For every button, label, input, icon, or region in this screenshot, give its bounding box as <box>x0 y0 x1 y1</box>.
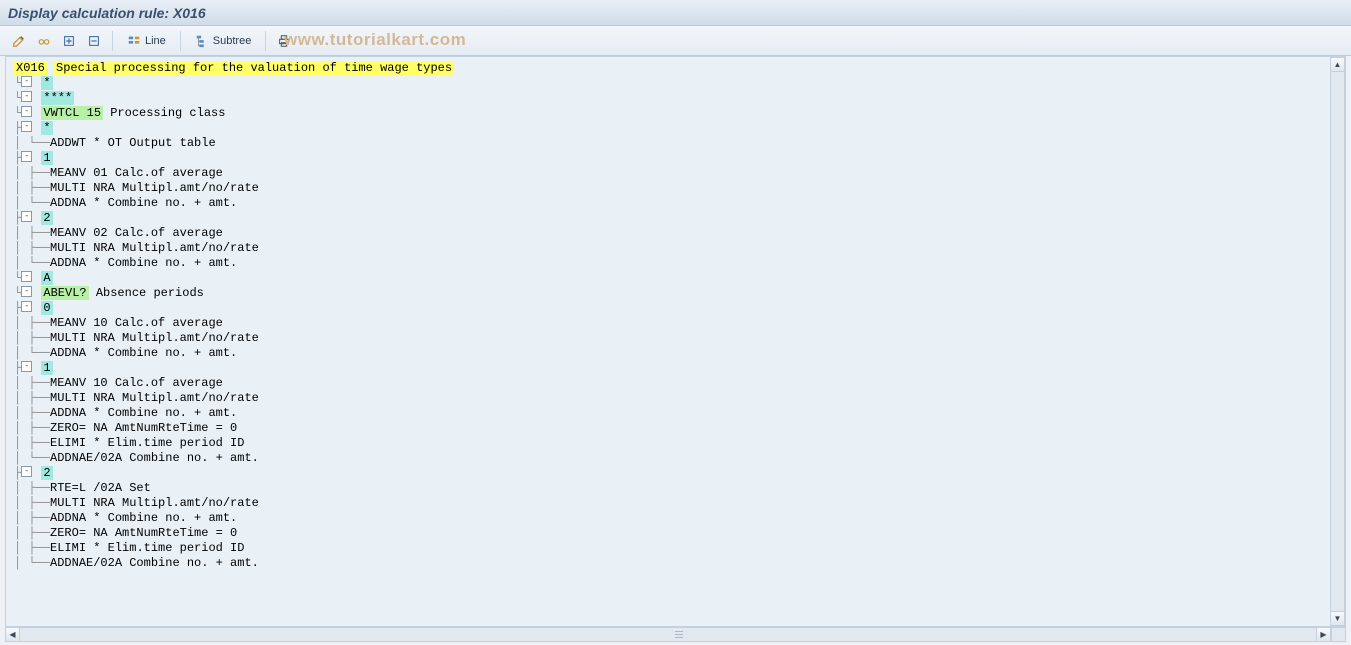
subtree-button[interactable]: Subtree <box>188 30 259 52</box>
collapse-toggle-icon[interactable]: - <box>21 76 32 87</box>
tree-row: └- * <box>14 76 1337 91</box>
collapse-toggle-icon[interactable]: - <box>21 211 32 222</box>
separator <box>180 31 181 51</box>
collapse-toggle-icon[interactable]: - <box>21 91 32 102</box>
separator <box>265 31 266 51</box>
tree-row: └- A <box>14 271 1337 286</box>
line-label: Line <box>145 35 166 47</box>
tree-row: │ └──ADDNA * Combine no. + amt. <box>14 196 1337 211</box>
tree-row: │ ├──MEANV 10 Calc.of average <box>14 316 1337 331</box>
tree-row: │ └──ADDNAE/02A Combine no. + amt. <box>14 556 1337 571</box>
tree-row: ├- 2 <box>14 211 1337 226</box>
subtree-label: Subtree <box>213 35 252 47</box>
tree-row: │ ├──MULTI NRA Multipl.amt/no/rate <box>14 181 1337 196</box>
tree-row: │ ├──ELIMI * Elim.time period ID <box>14 436 1337 451</box>
tree-row: │ └──ADDNA * Combine no. + amt. <box>14 346 1337 361</box>
collapse-toggle-icon[interactable]: - <box>21 301 32 312</box>
scroll-down-icon[interactable]: ▼ <box>1331 611 1344 625</box>
tree-row: │ ├──MULTI NRA Multipl.amt/no/rate <box>14 496 1337 511</box>
tree-row: └- ABEVL? Absence periods <box>14 286 1337 301</box>
tree-row: │ ├──ZERO= NA AmtNumRteTime = 0 <box>14 526 1337 541</box>
scroll-right-icon[interactable]: ▶ <box>1316 628 1330 641</box>
tree-row: │ ├──ADDNA * Combine no. + amt. <box>14 406 1337 421</box>
vertical-scrollbar[interactable]: ▲ ▼ <box>1330 57 1345 626</box>
collapse-toggle-icon[interactable]: - <box>21 466 32 477</box>
tree-row: ├- 2 <box>14 466 1337 481</box>
page-title: Display calculation rule: X016 <box>8 5 206 21</box>
collapse-toggle-icon[interactable]: - <box>21 106 32 117</box>
tree-row: │ ├──ELIMI * Elim.time period ID <box>14 541 1337 556</box>
tree-row: │ ├──MEANV 01 Calc.of average <box>14 166 1337 181</box>
tree-row: ├- 0 <box>14 301 1337 316</box>
tree-row: │ └──ADDWT * OT Output table <box>14 136 1337 151</box>
separator <box>112 31 113 51</box>
tree-content: X016 Special processing for the valuatio… <box>5 56 1346 627</box>
tree-row: └- **** <box>14 91 1337 106</box>
scroll-left-icon[interactable]: ◀ <box>6 628 20 641</box>
line-button[interactable]: Line <box>120 30 173 52</box>
horizontal-scrollbar[interactable]: ◀ ▶ <box>5 627 1331 642</box>
collapse-toggle-icon[interactable]: - <box>21 286 32 297</box>
tree-row: │ ├──MEANV 10 Calc.of average <box>14 376 1337 391</box>
edit-icon[interactable] <box>8 30 30 52</box>
title-bar: Display calculation rule: X016 <box>0 0 1351 26</box>
tree-row: │ └──ADDNAE/02A Combine no. + amt. <box>14 451 1337 466</box>
tree-row: │ ├──ZERO= NA AmtNumRteTime = 0 <box>14 421 1337 436</box>
tree-row: ├- 1 <box>14 361 1337 376</box>
collapse-icon[interactable] <box>83 30 105 52</box>
tree: X016 Special processing for the valuatio… <box>6 57 1345 575</box>
glasses-icon[interactable] <box>33 30 55 52</box>
toolbar: Line Subtree www.tutorialkart.com <box>0 26 1351 56</box>
expand-icon[interactable] <box>58 30 80 52</box>
tree-row: │ ├──ADDNA * Combine no. + amt. <box>14 511 1337 526</box>
tree-row: ├- 1 <box>14 151 1337 166</box>
tree-row: │ ├──MULTI NRA Multipl.amt/no/rate <box>14 391 1337 406</box>
collapse-toggle-icon[interactable]: - <box>21 271 32 282</box>
tree-row: │ ├──MULTI NRA Multipl.amt/no/rate <box>14 331 1337 346</box>
tree-row: │ └──ADDNA * Combine no. + amt. <box>14 256 1337 271</box>
print-icon[interactable] <box>273 30 295 52</box>
scroll-corner <box>1331 627 1346 642</box>
scroll-up-icon[interactable]: ▲ <box>1331 58 1344 72</box>
tree-root: X016 Special processing for the valuatio… <box>14 61 1337 76</box>
tree-row: │ ├──MULTI NRA Multipl.amt/no/rate <box>14 241 1337 256</box>
watermark: www.tutorialkart.com <box>284 30 466 50</box>
tree-row: └- VWTCL 15 Processing class <box>14 106 1337 121</box>
collapse-toggle-icon[interactable]: - <box>21 121 32 132</box>
tree-row: │ ├──MEANV 02 Calc.of average <box>14 226 1337 241</box>
scroll-track[interactable] <box>20 628 1330 641</box>
tree-row: ├- * <box>14 121 1337 136</box>
tree-row: │ ├──RTE=L /02A Set <box>14 481 1337 496</box>
collapse-toggle-icon[interactable]: - <box>21 361 32 372</box>
collapse-toggle-icon[interactable]: - <box>21 151 32 162</box>
